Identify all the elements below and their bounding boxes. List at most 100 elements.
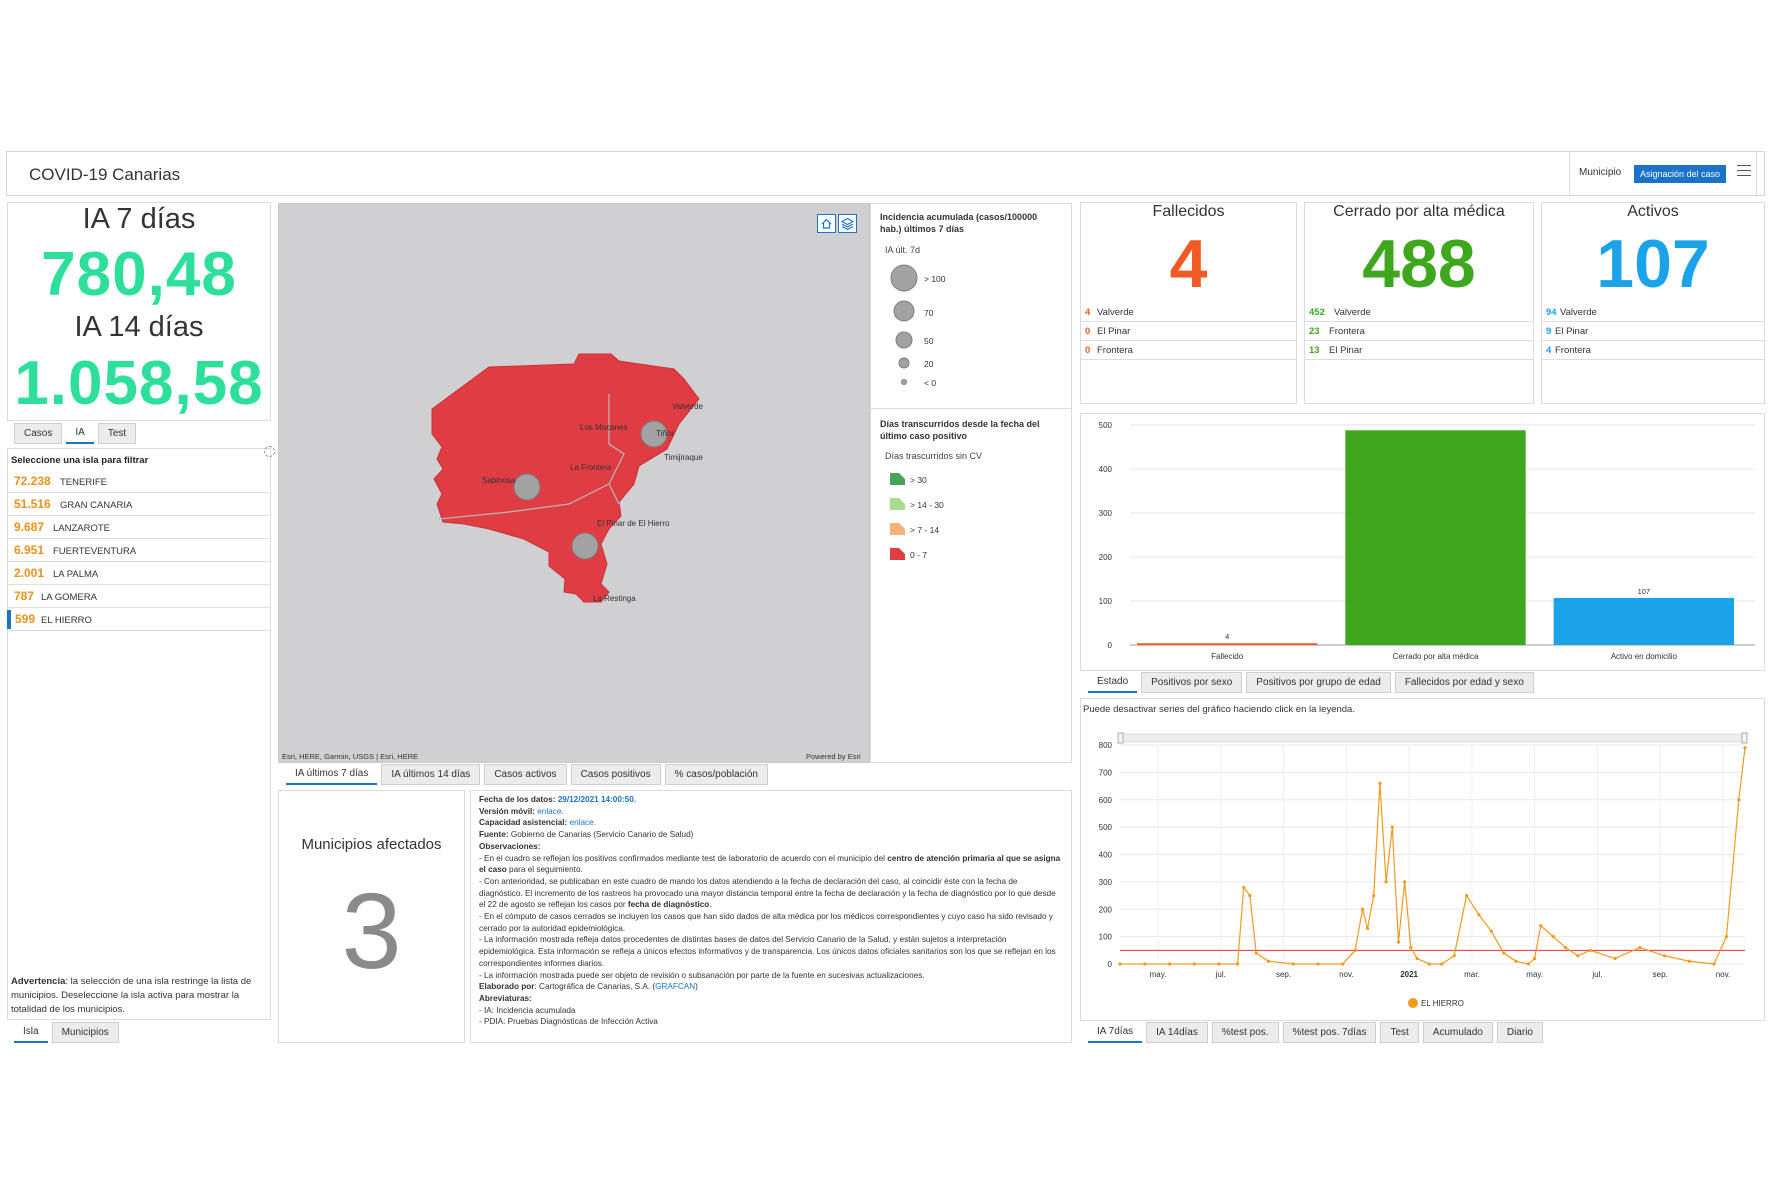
tab-positivos-sexo[interactable]: Positivos por sexo: [1141, 672, 1243, 693]
ia14-value: 1.058,58: [14, 349, 264, 418]
series-tabs: IA 7días IA 14días %test pos. %test pos.…: [1088, 1022, 1543, 1043]
capacidad-link[interactable]: enlace.: [570, 818, 596, 827]
tab-casos[interactable]: Casos: [14, 423, 63, 444]
tab-diario[interactable]: Diario: [1496, 1022, 1543, 1043]
kpi-row: 0 El Pinar: [1080, 322, 1297, 341]
series-point: [1724, 935, 1729, 939]
tab-estado[interactable]: Estado: [1088, 672, 1138, 693]
series-point: [1427, 962, 1432, 966]
island-value: 51.516: [14, 497, 51, 511]
hamburger-menu-icon[interactable]: [1737, 165, 1751, 181]
kpi-row: 9 El Pinar: [1541, 322, 1765, 341]
legend-divider: [870, 408, 1072, 409]
series-line-el-hierro: [1120, 747, 1746, 965]
tab-test-pos[interactable]: %test pos.: [1211, 1022, 1279, 1043]
island-value: 599: [15, 612, 36, 626]
line-x-tick: sep.: [1276, 970, 1291, 979]
island-row-tenerife[interactable]: 72.238 TENERIFE: [7, 471, 271, 493]
series-point: [1452, 954, 1456, 958]
series-point: [1687, 959, 1691, 963]
tab-casos-poblacion[interactable]: % casos/población: [664, 764, 768, 785]
kpi-cerrado-value: 488: [1362, 226, 1476, 302]
tab-ia[interactable]: IA: [66, 423, 94, 444]
series-point: [1415, 956, 1419, 961]
zoom-handle-right: [1741, 732, 1748, 744]
line-y-tick: 800: [1099, 741, 1113, 750]
line-y-tick: 300: [1099, 878, 1113, 887]
kpi-row: 13 El Pinar: [1304, 341, 1534, 360]
map-label-valverde: Valverde: [672, 402, 704, 411]
legend-ia-item: 20: [924, 359, 934, 369]
island-name: FUERTEVENTURA: [53, 546, 137, 557]
grafcan-link[interactable]: GRAFCAN: [655, 982, 695, 991]
kpi-cerrado-title: Cerrado por alta médica: [1333, 203, 1505, 220]
tab-acumulado[interactable]: Acumulado: [1422, 1022, 1493, 1043]
tab-casos-activos[interactable]: Casos activos: [484, 764, 567, 785]
series-point: [1588, 948, 1592, 952]
tab-test-pos-7dias[interactable]: %test pos. 7días: [1282, 1022, 1377, 1043]
tab-ia-7[interactable]: IA últimos 7 días: [286, 764, 378, 785]
line-chart-canvas[interactable]: 0 100 200 300 400 500 600 700 800 may. jul. sep. nov…: [1080, 720, 1765, 1020]
line-x-tick: 2021: [1400, 970, 1418, 979]
ia-tabs: Casos IA Test: [14, 423, 137, 444]
bar-y-tick: 0: [1108, 641, 1113, 650]
series-point: [1477, 913, 1481, 917]
series-point: [1341, 962, 1345, 966]
island-value: 787: [14, 589, 35, 603]
tab-isla[interactable]: Isla: [14, 1022, 48, 1043]
series-point: [1316, 962, 1320, 966]
series-point: [1539, 924, 1543, 928]
bar-data-label: 107: [1638, 587, 1651, 596]
home-icon[interactable]: [817, 214, 836, 233]
series-point: [1353, 948, 1357, 952]
tab-positivos-edad[interactable]: Positivos por grupo de edad: [1246, 672, 1391, 693]
island-row-la-palma[interactable]: 2.001 LA PALMA: [7, 563, 271, 585]
fecha-datos: 29/12/2021 14:00:50.: [557, 795, 637, 804]
layers-icon[interactable]: [838, 214, 857, 233]
legend-ia-item: > 100: [924, 274, 946, 284]
municipio-toggle[interactable]: Municipio: [1579, 167, 1621, 178]
resize-handle-icon[interactable]: [264, 446, 275, 457]
island-value: 2.001: [14, 566, 45, 580]
island-row-gran-canaria[interactable]: 51.516 GRAN CANARIA: [7, 494, 271, 516]
kpi-activos-title: Activos: [1627, 203, 1679, 220]
legend-ia-item: 50: [924, 336, 934, 346]
version-movil-link[interactable]: enlace.: [537, 807, 563, 816]
kpi-fallecidos-value: 4: [1169, 226, 1208, 302]
tab-casos-positivos[interactable]: Casos positivos: [570, 764, 661, 785]
bar-category-label: Cerrado por alta médica: [1393, 652, 1479, 661]
tab-fallecidos-edad-sexo[interactable]: Fallecidos por edad y sexo: [1394, 672, 1534, 693]
tab-ia-14dias[interactable]: IA 14días: [1146, 1022, 1208, 1043]
island-row-la-gomera[interactable]: 787 LA GOMERA: [7, 586, 271, 608]
series-point: [1613, 956, 1617, 961]
tab-test[interactable]: Test: [1380, 1022, 1419, 1043]
map-label-la-restinga: La Restinga: [593, 594, 636, 603]
asignacion-toggle[interactable]: Asignación del caso: [1634, 165, 1726, 183]
info-panel: Fecha de los datos: 29/12/2021 14:00:50.…: [470, 790, 1072, 1043]
series-point: [1551, 935, 1555, 939]
line-x-tick: mar.: [1464, 970, 1480, 979]
series-point: [1743, 746, 1747, 750]
series-point: [1489, 929, 1493, 933]
island-name: LANZAROTE: [53, 523, 111, 534]
bar-y-tick: 500: [1099, 421, 1113, 430]
series-point: [1712, 962, 1716, 966]
series-point: [1365, 926, 1370, 931]
map-label-los-mocanes: Los Mocanes: [580, 423, 628, 432]
bar-category-label: Fallecido: [1211, 652, 1244, 661]
tab-ia-7dias[interactable]: IA 7días: [1088, 1022, 1143, 1043]
app-header: COVID-19 Canarias Municipio Asignación d…: [6, 151, 1765, 196]
kpi-activos-value: 107: [1596, 226, 1710, 302]
tab-ia-14[interactable]: IA últimos 14 días: [381, 764, 481, 785]
island-row-fuerteventura[interactable]: 6.951 FUERTEVENTURA: [7, 540, 271, 562]
powered-by-esri[interactable]: Powered by Esri: [806, 752, 861, 761]
island-row-el-hierro[interactable]: 599 EL HIERRO: [7, 609, 271, 631]
map-view[interactable]: Valverde Los Mocanes Tiñor Timijiraque L…: [278, 203, 870, 763]
ia-bubble-frontera: [513, 473, 541, 501]
series-point: [1360, 907, 1365, 911]
series-point: [1384, 880, 1388, 884]
tab-test[interactable]: Test: [97, 423, 137, 444]
series-point: [1514, 959, 1518, 963]
tab-municipios[interactable]: Municipios: [51, 1022, 119, 1043]
island-row-lanzarote[interactable]: 9.687 LANZAROTE: [7, 517, 271, 539]
